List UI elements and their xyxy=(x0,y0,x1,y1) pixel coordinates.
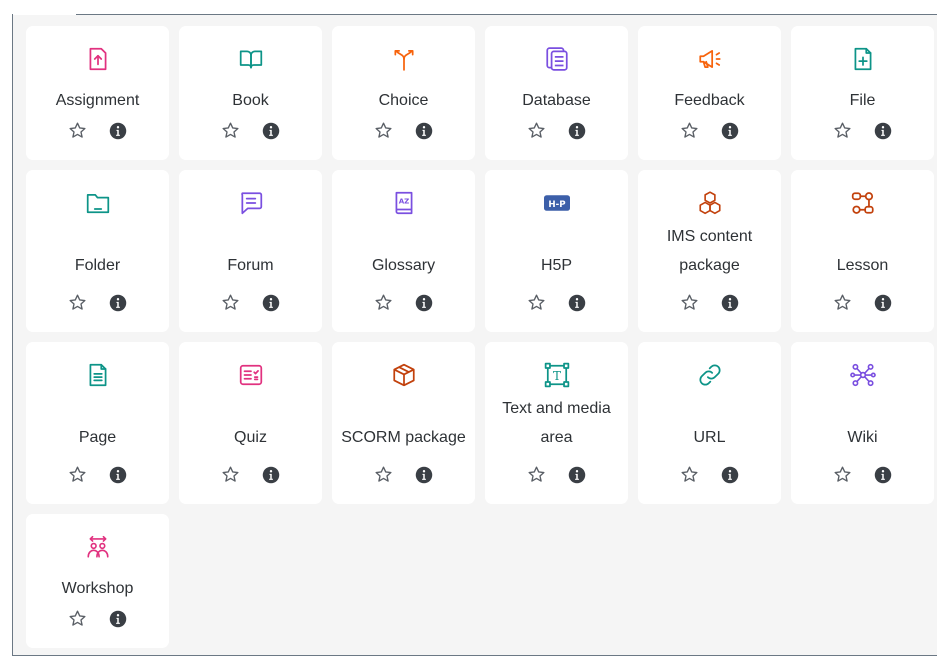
star-icon[interactable] xyxy=(527,121,546,145)
info-icon[interactable] xyxy=(109,294,127,317)
activity-tile-ims-content-package[interactable]: IMS content package xyxy=(638,170,781,332)
star-icon[interactable] xyxy=(374,293,393,317)
info-icon[interactable] xyxy=(874,122,892,145)
info-icon[interactable] xyxy=(415,122,433,145)
info-icon[interactable] xyxy=(109,466,127,489)
star-icon[interactable] xyxy=(527,465,546,489)
activity-grid: Assignment Book Choice Database Feedback… xyxy=(26,26,934,648)
info-icon[interactable] xyxy=(721,122,739,145)
info-icon[interactable] xyxy=(568,122,586,145)
activity-tile-page[interactable]: Page xyxy=(26,342,169,504)
activity-label: Database xyxy=(522,92,591,109)
info-icon[interactable] xyxy=(109,122,127,145)
glossary-icon: AZ xyxy=(391,190,417,216)
star-icon[interactable] xyxy=(221,121,240,145)
activity-label: Choice xyxy=(378,92,429,109)
activity-label: Lesson xyxy=(836,257,889,274)
star-icon[interactable] xyxy=(680,293,699,317)
activity-label: Forum xyxy=(227,257,274,274)
svg-text:AZ: AZ xyxy=(398,197,409,206)
activity-label: Text and media area xyxy=(502,400,611,446)
forum-icon xyxy=(238,190,264,216)
activity-tile-book[interactable]: Book xyxy=(179,26,322,160)
star-icon[interactable] xyxy=(68,293,87,317)
star-icon[interactable] xyxy=(680,121,699,145)
activity-label: Assignment xyxy=(55,92,140,109)
activity-label: File xyxy=(849,92,876,109)
url-link-icon xyxy=(697,362,723,388)
activity-tile-glossary[interactable]: AZ Glossary xyxy=(332,170,475,332)
info-icon[interactable] xyxy=(262,294,280,317)
activity-tile-choice[interactable]: Choice xyxy=(332,26,475,160)
star-icon[interactable] xyxy=(221,293,240,317)
info-icon[interactable] xyxy=(874,466,892,489)
text-media-icon-text: T xyxy=(553,369,561,383)
star-icon[interactable] xyxy=(374,465,393,489)
ims-package-icon xyxy=(697,190,723,216)
quiz-icon xyxy=(238,362,264,388)
star-icon[interactable] xyxy=(680,465,699,489)
info-icon[interactable] xyxy=(415,294,433,317)
folder-icon xyxy=(85,190,111,216)
info-icon[interactable] xyxy=(415,466,433,489)
info-icon[interactable] xyxy=(262,122,280,145)
activity-tile-workshop[interactable]: Workshop xyxy=(26,514,169,648)
activity-label: Folder xyxy=(74,257,121,274)
activity-label: Page xyxy=(78,429,117,446)
info-icon[interactable] xyxy=(568,294,586,317)
activity-tile-folder[interactable]: Folder xyxy=(26,170,169,332)
activity-label: Wiki xyxy=(847,429,878,446)
star-icon[interactable] xyxy=(374,121,393,145)
scorm-icon xyxy=(391,362,417,388)
activity-tile-url[interactable]: URL xyxy=(638,342,781,504)
h5p-icon: H-P xyxy=(543,190,570,216)
star-icon[interactable] xyxy=(68,609,87,633)
text-media-icon: T xyxy=(544,362,570,388)
activity-tile-lesson[interactable]: Lesson xyxy=(791,170,934,332)
star-icon[interactable] xyxy=(221,465,240,489)
info-icon[interactable] xyxy=(874,294,892,317)
page-icon xyxy=(85,362,111,388)
activity-label: Workshop xyxy=(61,580,134,597)
activity-label: Feedback xyxy=(674,92,745,109)
activity-tile-assignment[interactable]: Assignment xyxy=(26,26,169,160)
activity-label: IMS content package xyxy=(666,228,753,274)
activity-tile-scorm-package[interactable]: SCORM package xyxy=(332,342,475,504)
activity-label: URL xyxy=(693,429,726,446)
star-icon[interactable] xyxy=(527,293,546,317)
h5p-icon-text: H-P xyxy=(548,200,565,210)
info-icon[interactable] xyxy=(721,294,739,317)
activity-label: Book xyxy=(232,92,269,109)
info-icon[interactable] xyxy=(262,466,280,489)
star-icon[interactable] xyxy=(833,121,852,145)
activity-label: Quiz xyxy=(234,429,267,446)
activity-label: Glossary xyxy=(371,257,436,274)
panel-edge-gap xyxy=(13,14,76,15)
activity-tile-feedback[interactable]: Feedback xyxy=(638,26,781,160)
activity-tile-quiz[interactable]: Quiz xyxy=(179,342,322,504)
activity-tile-h5p[interactable]: H-P H5P xyxy=(485,170,628,332)
star-icon[interactable] xyxy=(833,293,852,317)
activity-tile-wiki[interactable]: Wiki xyxy=(791,342,934,504)
info-icon[interactable] xyxy=(568,466,586,489)
star-icon[interactable] xyxy=(68,465,87,489)
star-icon[interactable] xyxy=(833,465,852,489)
activity-tile-database[interactable]: Database xyxy=(485,26,628,160)
lesson-icon xyxy=(850,190,876,216)
activity-tile-forum[interactable]: Forum xyxy=(179,170,322,332)
info-icon[interactable] xyxy=(721,466,739,489)
star-icon[interactable] xyxy=(68,121,87,145)
info-icon[interactable] xyxy=(109,610,127,633)
wiki-icon xyxy=(849,362,876,388)
activity-label: SCORM package xyxy=(341,429,466,446)
activity-tile-file[interactable]: File xyxy=(791,26,934,160)
activity-label: H5P xyxy=(540,257,573,274)
activity-tile-text-and-media-area[interactable]: T Text and media area xyxy=(485,342,628,504)
